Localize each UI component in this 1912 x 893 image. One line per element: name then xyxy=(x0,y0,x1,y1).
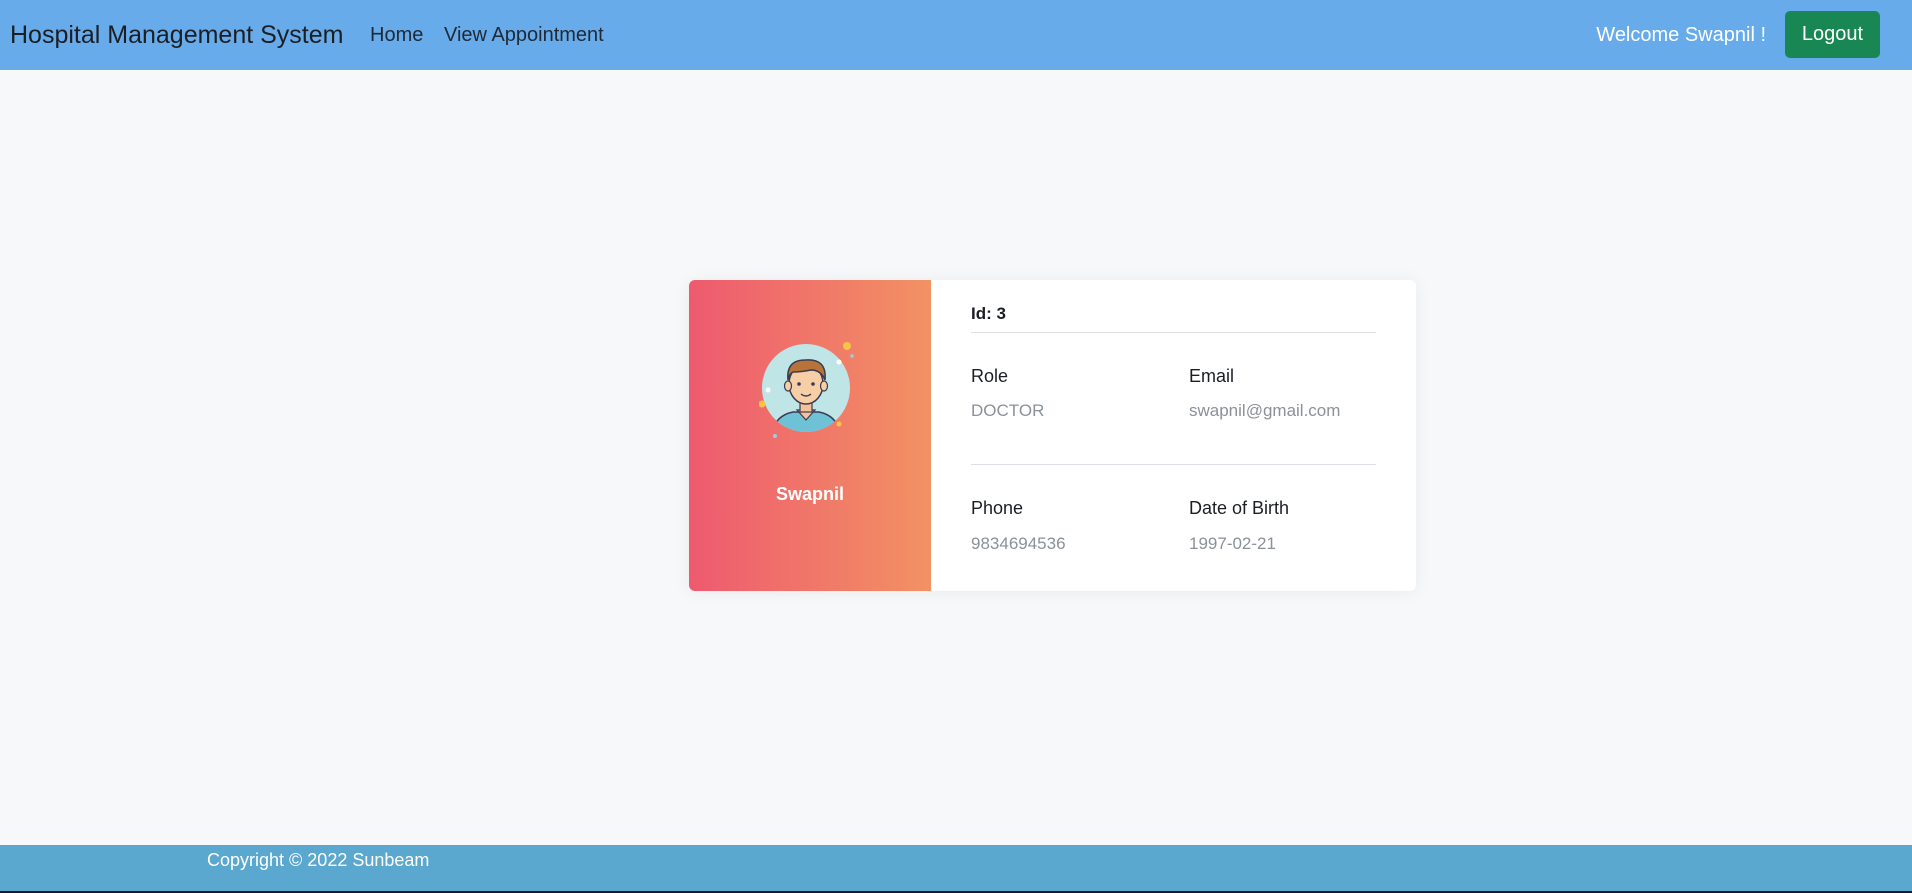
profile-details: Id: 3 Role DOCTOR Email swapnil@gmail.co… xyxy=(931,280,1416,591)
logout-button[interactable]: Logout xyxy=(1785,11,1880,58)
divider xyxy=(971,332,1376,333)
profile-card-header: Swapnil xyxy=(689,280,931,591)
page-footer: Copyright © 2022 Sunbeam xyxy=(0,845,1912,891)
dob-label: Date of Birth xyxy=(1189,498,1290,518)
role-label: Role xyxy=(971,366,1009,386)
top-navbar: Hospital Management System Home View App… xyxy=(0,0,1912,70)
role-value: DOCTOR xyxy=(971,401,1045,420)
welcome-message: Welcome Swapnil ! xyxy=(1596,23,1766,46)
nav-view-appointment-link[interactable]: View Appointment xyxy=(444,0,604,70)
email-label: Email xyxy=(1189,366,1235,386)
email-value: swapnil@gmail.com xyxy=(1189,401,1341,420)
divider xyxy=(971,464,1376,465)
copyright-text: Copyright © 2022 Sunbeam xyxy=(207,849,430,870)
phone-value: 9834694536 xyxy=(971,534,1066,553)
brand-title[interactable]: Hospital Management System xyxy=(10,0,343,70)
nav-home-link[interactable]: Home xyxy=(370,0,423,70)
profile-card: Swapnil Id: 3 Role DOCTOR Email swapnil@… xyxy=(689,280,1416,591)
phone-label: Phone xyxy=(971,498,1024,518)
dob-value: 1997-02-21 xyxy=(1189,534,1276,553)
profile-name: Swapnil xyxy=(775,484,844,504)
user-avatar-icon xyxy=(759,342,854,438)
profile-id: Id: 3 xyxy=(971,304,1006,323)
